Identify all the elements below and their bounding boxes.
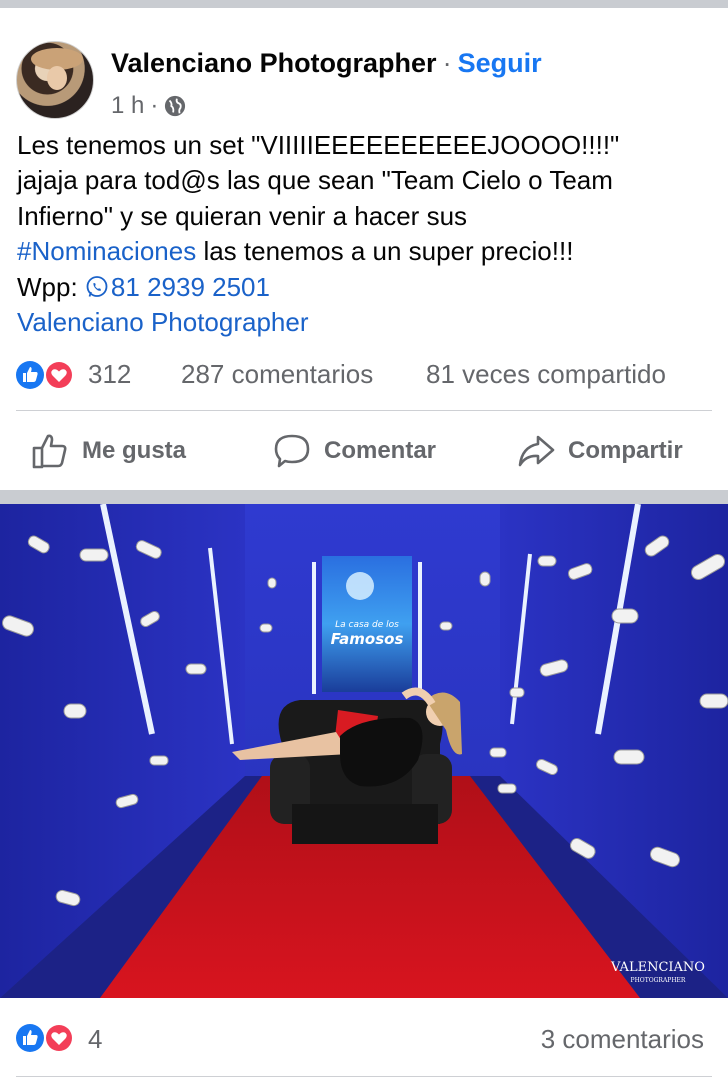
globe-icon	[165, 95, 186, 117]
bottom-divider	[16, 1076, 712, 1077]
post-text-line-2: jajaja para tod@s las que sean "Team Cie…	[17, 165, 613, 196]
like-button[interactable]: Me gusta	[30, 420, 186, 482]
love-icon	[44, 360, 74, 390]
photo-comments-count[interactable]: 3 comentarios	[541, 1024, 704, 1055]
author-line: Valenciano Photographer · Seguir	[111, 48, 542, 79]
hashtag-link[interactable]: #Nominaciones	[17, 236, 196, 266]
reactions-count[interactable]: 312	[88, 359, 131, 390]
thumbs-up-icon	[32, 434, 67, 469]
photo-reactions-count[interactable]: 4	[88, 1024, 102, 1055]
comment-button[interactable]: Comentar	[272, 420, 436, 482]
shares-count[interactable]: 81 veces compartido	[426, 359, 666, 390]
like-icon	[16, 361, 44, 389]
post-time[interactable]: 1 h	[111, 92, 144, 120]
comment-icon	[274, 434, 310, 468]
name-separator: ·	[442, 48, 452, 78]
action-bar: Me gusta Comentar Compartir	[0, 420, 728, 482]
watermark-line1: VALENCIANO	[610, 960, 705, 975]
post-text-line-1: Les tenemos un set "VIIIIIEEEEEEEEEEJOOO…	[17, 130, 620, 160]
post-header: Valenciano Photographer · Seguir 1 h ·	[0, 8, 728, 122]
page-link[interactable]: Valenciano Photographer	[17, 305, 717, 340]
meta-separator: ·	[150, 92, 159, 119]
photo-reactions-icons[interactable]	[15, 1023, 79, 1053]
post-text-line-4-rest: las tenemos a un super precio!!!	[196, 236, 574, 267]
watermark-line2: PHOTOGRAPHER	[631, 977, 686, 984]
photo-stats: 4 3 comentarios	[0, 1014, 728, 1058]
whatsapp-icon	[86, 275, 108, 297]
author-name[interactable]: Valenciano Photographer	[111, 48, 437, 78]
post-photo[interactable]: La casa de los Famosos VALENCIANO PHOTOG…	[0, 504, 728, 998]
wpp-label: Wpp:	[17, 271, 85, 302]
top-separator	[0, 0, 728, 8]
screen-logo-line2: Famosos	[331, 630, 404, 648]
photo-scene: La casa de los Famosos VALENCIANO PHOTOG…	[0, 504, 728, 998]
post-text-line-3: Infierno" y se quieran venir a hacer sus	[17, 200, 468, 231]
reactions-icons[interactable]	[15, 360, 79, 390]
share-button[interactable]: Compartir	[516, 420, 683, 482]
screen-logo-line1: La casa de los	[335, 620, 399, 630]
like-label: Me gusta	[82, 437, 187, 464]
post-text: Les tenemos un set "VIIIIIEEEEEEEEEEJOOO…	[17, 128, 717, 340]
post-stats: 312 287 comentarios 81 veces compartido	[0, 355, 728, 395]
phone-number: 81 2939 2501	[110, 271, 270, 302]
like-icon	[16, 1024, 44, 1052]
author-avatar[interactable]	[16, 41, 94, 119]
follow-button[interactable]: Seguir	[458, 48, 542, 78]
section-separator	[0, 490, 728, 504]
share-icon	[518, 435, 555, 467]
post-meta: 1 h ·	[111, 92, 186, 120]
share-label: Compartir	[568, 437, 683, 464]
post-text-line-4: #Nominaciones las tenemos a un super pre…	[17, 234, 717, 269]
phone-link[interactable]: 81 2939 2501	[85, 272, 270, 302]
post-text-line-5: Wpp: 81 2939 2501	[17, 270, 717, 305]
divider	[16, 410, 712, 411]
comment-label: Comentar	[324, 437, 437, 464]
comments-count[interactable]: 287 comentarios	[181, 359, 373, 390]
love-icon	[44, 1023, 74, 1053]
